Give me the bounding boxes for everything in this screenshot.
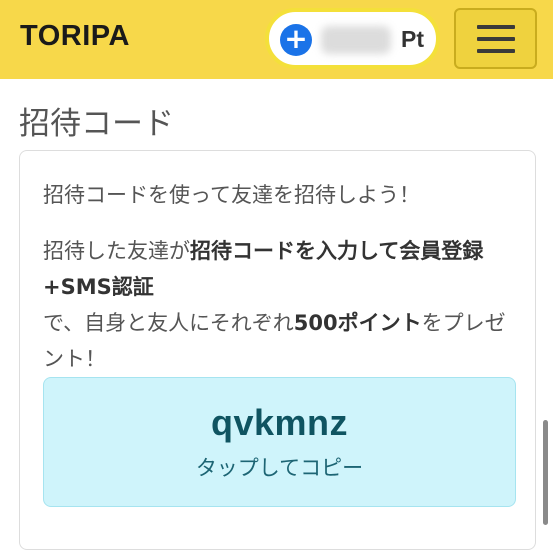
invite-description: 招待した友達が招待コードを入力して会員登録+SMS認証 で、自身と友人にそれぞれ… — [43, 233, 513, 377]
points-balance[interactable]: + Pt — [265, 8, 440, 69]
hamburger-menu-icon — [477, 25, 515, 29]
points-value — [321, 26, 391, 54]
plus-icon[interactable]: + — [280, 24, 312, 56]
scrollbar[interactable] — [543, 420, 548, 525]
desc-text-2: で、自身と友人にそれぞれ — [43, 311, 294, 335]
desc-text-1: 招待した友達が — [43, 239, 190, 263]
points-unit: Pt — [401, 26, 424, 52]
hamburger-line — [477, 49, 515, 53]
invite-code-copy-box[interactable]: qvkmnz タップしてコピー — [43, 377, 516, 507]
menu-button[interactable] — [454, 8, 537, 69]
invite-card: 招待コードを使って友達を招待しよう！ 招待した友達が招待コードを入力して会員登録… — [19, 150, 536, 550]
copy-hint: タップしてコピー — [195, 456, 364, 480]
app-header: TORIPA + Pt — [0, 0, 553, 79]
hamburger-line — [477, 37, 515, 41]
invite-lead-text: 招待コードを使って友達を招待しよう！ — [43, 183, 420, 207]
desc-bold-2: 500ポイント — [293, 311, 422, 335]
page-title: 招待コード — [19, 106, 174, 142]
invite-code[interactable]: qvkmnz — [44, 402, 515, 444]
logo[interactable]: TORIPA — [20, 20, 130, 53]
